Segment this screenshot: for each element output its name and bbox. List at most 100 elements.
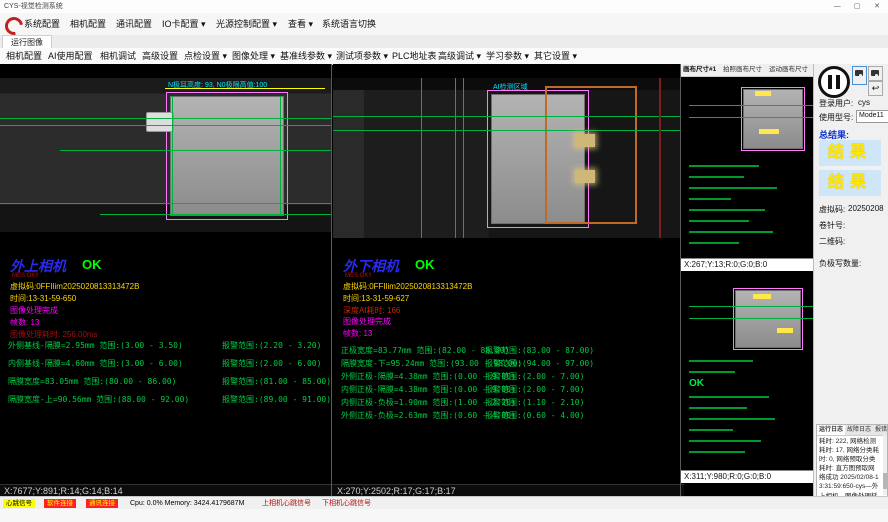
menu-system-config[interactable]: 系统配置 <box>24 13 60 35</box>
model-label: 使用型号: <box>819 112 853 123</box>
snapshot-button[interactable] <box>868 66 883 81</box>
illegible-text-line <box>689 360 753 362</box>
qr-label: 二维码: <box>819 236 845 247</box>
annotation-label <box>755 91 771 96</box>
app-window: CYS-视觉检测系统 — ▢ ✕ 系统配置 相机配置 通讯配置 IO卡配置 ▾ … <box>0 0 888 522</box>
illegible-text-line <box>689 242 739 244</box>
close-button[interactable]: ✕ <box>868 0 886 13</box>
tool-spotcheck-set[interactable]: 点检设置 ▾ <box>184 48 227 64</box>
menu-light-config[interactable]: 光源控制配置 ▾ <box>216 13 277 35</box>
maximize-button[interactable]: ▢ <box>848 0 866 13</box>
left-mes-status: MES:OK!! <box>12 273 39 279</box>
comm-link-badge: 通讯连接 <box>86 499 118 508</box>
illegible-text-line <box>689 429 733 431</box>
tool-ai-config[interactable]: AI使用配置 <box>48 48 93 64</box>
log-tab-run[interactable]: 运行日志 <box>817 425 845 435</box>
alarm-range: 报警范围:(81.00 - 85.00) <box>222 376 331 387</box>
measurement-row: 隔膜宽度-上=90.56mm 范围:(88.00 - 92.00) <box>8 394 189 405</box>
capture-button[interactable] <box>852 66 867 85</box>
panel-divider <box>331 64 332 496</box>
inspected-plate <box>170 96 284 216</box>
model-value-field[interactable]: Mode11 <box>856 110 888 123</box>
pin-label: 卷针号: <box>819 220 845 231</box>
measure-line <box>172 96 173 214</box>
mini-tab-1[interactable]: 画布尺寸#1 <box>683 64 716 76</box>
alarm-range: 报警范围:(89.00 - 91.00) <box>222 394 331 405</box>
menu-camera-config[interactable]: 相机配置 <box>70 13 106 35</box>
illegible-text-line <box>689 407 747 409</box>
log-scrollbar[interactable] <box>883 435 887 495</box>
pause-button[interactable] <box>818 66 850 98</box>
menu-io-config[interactable]: IO卡配置 ▾ <box>162 13 206 35</box>
menu-comm-config[interactable]: 通讯配置 <box>116 13 152 35</box>
left-coords-text: X:7677;Y:891;R:14;G:14;B:14 <box>4 486 123 496</box>
measure-line <box>333 130 680 131</box>
return-button[interactable]: ↩ <box>868 81 883 96</box>
mini-tab-3[interactable]: 运动画布尺寸 <box>769 64 808 76</box>
measure-line <box>60 150 331 151</box>
return-arrow-icon: ↩ <box>872 83 880 93</box>
mini-panel-2[interactable]: OK <box>681 272 813 470</box>
mini2-coords-text: X:311;Y:980;R:0;G:0;B:0 <box>684 472 771 481</box>
illegible-text-line <box>689 231 773 233</box>
tool-image-process[interactable]: 图像处理 ▾ <box>232 48 275 64</box>
left-process-done: 图像处理完成 <box>10 305 58 316</box>
log-tabs: 运行日志 故障日志 报错日志 <box>817 425 887 436</box>
illegible-text-line <box>689 371 735 373</box>
left-camera-panel[interactable]: N极耳高度: 93, N0极限高值:100 外上相机 OK MES:OK!! 虚… <box>0 64 331 484</box>
log-tab-error[interactable]: 报错日志 <box>873 425 888 435</box>
menu-language-switch[interactable]: 系统语言切换 <box>322 13 376 35</box>
tool-plc-address[interactable]: PLC地址表 <box>392 48 437 64</box>
illegible-text-line <box>689 165 759 167</box>
annotation-label <box>759 129 779 134</box>
tool-advanced-debug[interactable]: 高级调试 ▾ <box>438 48 481 64</box>
menu-view[interactable]: 查看 ▾ <box>288 13 313 35</box>
login-user-label: 登录用户: <box>819 98 853 109</box>
alarm-range: 报警范围:(94.00 - 97.00) <box>485 358 594 369</box>
pause-icon <box>836 75 840 89</box>
tool-advanced-set[interactable]: 高级设置 <box>142 48 178 64</box>
status-bar: 心跳信号 软件连接 通讯连接 Cpu: 0.0% Memory: 3424.41… <box>0 496 888 510</box>
toolbar: 相机配置 AI使用配置 相机调试 高级设置 点检设置 ▾ 图像处理 ▾ 基准线参… <box>0 48 888 65</box>
middle-frame-count: 帧数: 13 <box>343 328 372 339</box>
bottom-filler <box>0 509 888 522</box>
alarm-range: 报警范围:(2.20 - 3.20) <box>222 340 321 351</box>
login-user-value: cys <box>858 98 870 107</box>
alarm-range: 报警范围:(83.00 - 87.00) <box>485 345 594 356</box>
log-tab-fault[interactable]: 故障日志 <box>845 425 873 435</box>
result-badge-2: 结果 <box>819 170 881 196</box>
mini-panel-1[interactable] <box>681 77 813 258</box>
measurement-row: 内侧基线-隔膜=4.60mm 范围:(3.00 - 6.00) <box>8 358 183 369</box>
ai-region-box <box>545 86 637 224</box>
measure-line <box>463 78 464 238</box>
middle-ai-time: 深度AI耗时: 166 <box>343 305 400 316</box>
middle-camera-panel[interactable]: AI检测区域 外下相机 OK MES:OK!! 虚拟码:0FFIlim20250… <box>333 64 680 484</box>
annotation-label <box>753 294 771 299</box>
tool-test-params[interactable]: 测试项参数 ▾ <box>336 48 388 64</box>
mini2-ok-label: OK <box>689 378 704 389</box>
tab-run-image[interactable]: 运行图像 <box>2 35 52 49</box>
measure-line <box>689 306 813 307</box>
tool-camera-config[interactable]: 相机配置 <box>6 48 42 64</box>
tool-camera-debug[interactable]: 相机调试 <box>100 48 136 64</box>
tool-learn-params[interactable]: 学习参数 ▾ <box>486 48 529 64</box>
boundary-line <box>659 78 661 238</box>
left-frame-count: 帧数: 13 <box>10 317 39 328</box>
mini1-pixel-coords: X:267;Y:13;R:0;G:0;B:0 <box>681 258 816 271</box>
tool-baseline-params[interactable]: 基准线参数 ▾ <box>280 48 332 64</box>
alarm-range: 报警范围:(2.00 - 6.00) <box>222 358 321 369</box>
measurement-row: 外侧基线-隔膜=2.95mm 范围:(3.00 - 3.50) <box>8 340 183 351</box>
middle-mes-status: MES:OK!! <box>345 273 372 279</box>
illegible-text-line <box>689 198 731 200</box>
measure-line <box>689 318 813 319</box>
log-scrollbar-thumb[interactable] <box>883 473 887 489</box>
mini-tab-2[interactable]: 拍照画布尺寸 <box>723 64 762 76</box>
left-camera-image: N极耳高度: 93, N0极限高值:100 <box>0 78 331 232</box>
minimize-button[interactable]: — <box>828 0 846 13</box>
neg-write-label: 负极写数量: <box>819 258 861 269</box>
tab-strip: 运行图像 <box>0 35 888 49</box>
right-sidebar: ↩ 登录用户: cys 使用型号: Mode11 总结果: 结果 结果 虚拟码:… <box>813 64 888 496</box>
pause-icon <box>828 75 832 89</box>
title-bar: CYS-视觉检测系统 — ▢ ✕ <box>0 0 888 14</box>
tool-other-settings[interactable]: 其它设置 ▾ <box>534 48 577 64</box>
